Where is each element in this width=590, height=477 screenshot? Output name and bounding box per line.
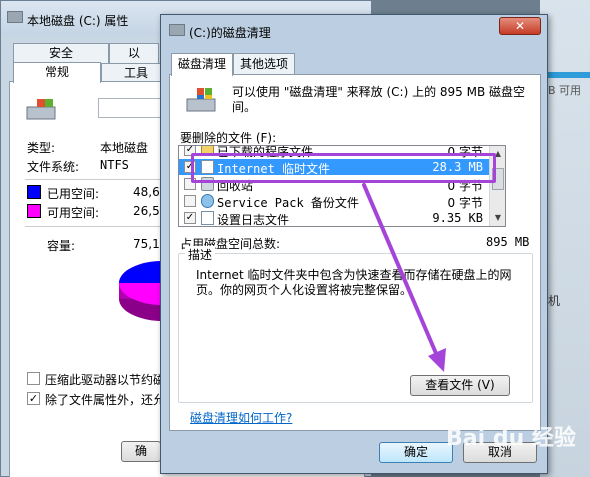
capacity-label: 容量: [47,239,76,253]
file-checkbox[interactable] [184,195,196,207]
description-legend: 描述 [185,246,216,263]
drive-icon [169,24,185,36]
properties-title: 本地磁盘 (C:) 属性 [27,14,129,28]
close-button[interactable]: ✕ [499,17,541,35]
how-cleanup-works-link[interactable]: 磁盘清理如何工作? [190,409,292,426]
tab-more-options[interactable]: 其他选项 [233,53,295,75]
drive-icon [7,11,23,23]
fs-value: NTFS [100,158,129,172]
tab-previous-versions[interactable]: 以 [109,43,159,63]
description-text: Internet 临时文件夹中包含为快速查看而存储在硬盘上的网页。你的网页个人化… [196,268,512,297]
hard-drive-icon [26,99,56,120]
list-item[interactable]: ✓ 设置日志文件 9.35 KB [179,210,489,226]
desktop-free-text: B 可用 [548,84,582,97]
file-size: 9.35 KB [432,211,483,225]
file-size: 0 字节 [447,196,483,210]
watermark: Bai du 经验 [446,426,576,451]
fs-label: 文件系统: [27,160,80,174]
files-to-delete-label: 要删除的文件 (F): [180,131,277,145]
summary-text: 可以使用 "磁盘清理" 来释放 (C:) 上的 895 MB 磁盘空间。 [232,85,526,114]
list-item[interactable]: Service Pack 备份文件 0 字节 [179,193,489,210]
free-space-swatch [27,204,41,218]
desktop-text: 机 [548,294,561,308]
divider [25,226,160,227]
tab-disk-cleanup[interactable]: 磁盘清理 [171,53,233,76]
file-name: Service Pack 备份文件 [217,196,359,210]
index-label: 除了文件属性外，还允 [45,393,166,407]
file-name: 设置日志文件 [217,213,290,227]
properties-ok-button[interactable]: 确 [121,441,161,462]
document-icon [201,211,214,225]
backup-icon [201,194,214,208]
cleanup-title: (C:)的磁盘清理 [189,26,271,40]
view-files-button[interactable]: 查看文件 (V) [410,375,510,396]
tab-security[interactable]: 安全 [13,43,109,63]
ok-button[interactable]: 确定 [379,442,453,463]
disk-cleanup-icon [186,88,216,112]
used-space-label: 已用空间: [47,187,100,201]
compress-label: 压缩此驱动器以节约磁 [45,373,166,387]
disk-usage-pie-chart [119,261,163,321]
tab-general[interactable]: 常规 [13,62,101,83]
compress-checkbox[interactable] [27,372,40,385]
scroll-down-icon[interactable]: ▼ [490,210,505,226]
desktop-progress-bar [542,72,590,78]
type-value: 本地磁盘 [100,141,149,155]
used-space-swatch [27,185,41,199]
disk-cleanup-window: (C:)的磁盘清理 ✕ 磁盘清理 其他选项 可以使用 "磁盘清理" 来释放 (C… [160,14,548,474]
index-checkbox[interactable]: ✓ [27,392,40,405]
file-checkbox[interactable]: ✓ [184,212,196,224]
cleanup-titlebar: (C:)的磁盘清理 ✕ [161,15,547,45]
free-space-label: 可用空间: [47,206,100,220]
type-label: 类型: [27,141,56,155]
cleanup-panel: 可以使用 "磁盘清理" 来释放 (C:) 上的 895 MB 磁盘空间。 要删除… [169,74,541,431]
total-space-value: 895 MB [486,235,530,249]
annotation-highlight-box [191,153,496,183]
divider [25,179,160,180]
